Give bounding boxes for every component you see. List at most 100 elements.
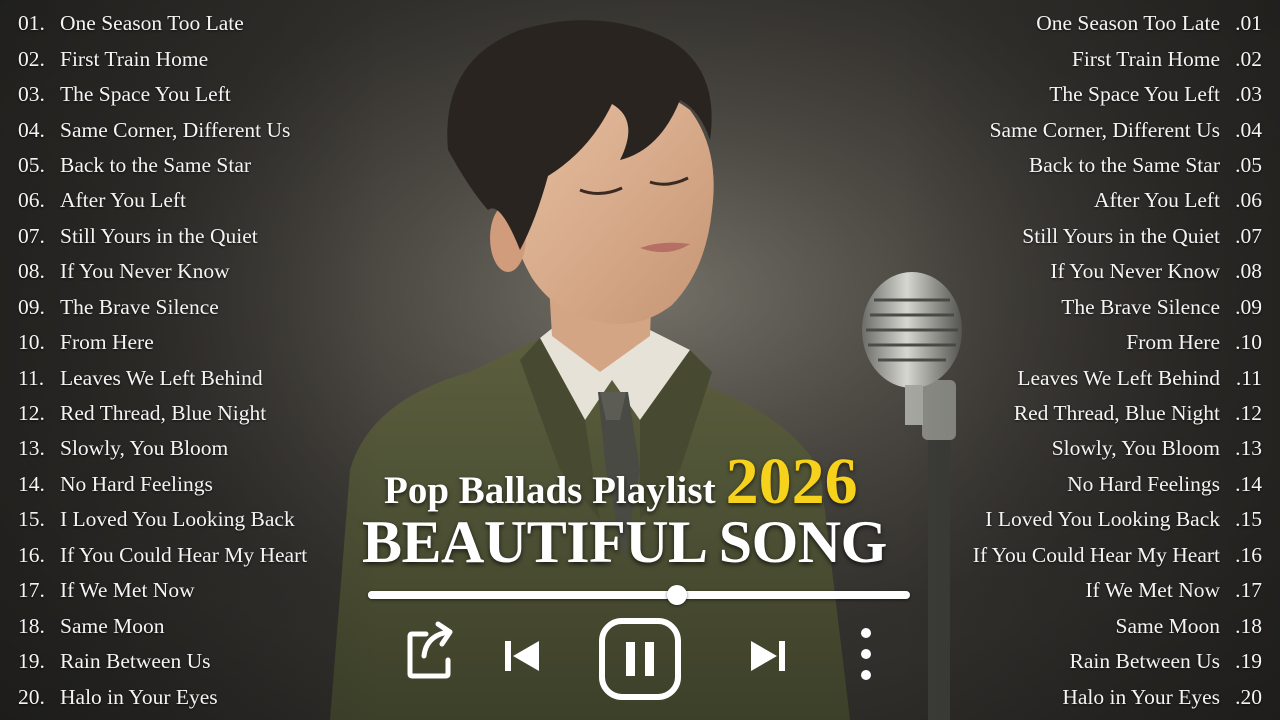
track-item[interactable]: If You Could Hear My Heart .16	[922, 538, 1262, 573]
track-number: .03	[1235, 82, 1262, 107]
pause-button[interactable]	[598, 617, 682, 701]
track-item[interactable]: The Brave Silence .09	[922, 290, 1262, 325]
track-item[interactable]: The Space You Left .03	[922, 77, 1262, 112]
track-item[interactable]: 13. Slowly, You Bloom	[18, 431, 348, 466]
track-title: Same Corner, Different Us	[60, 117, 291, 142]
track-number: 19.	[18, 649, 45, 674]
track-item[interactable]: One Season Too Late .01	[922, 6, 1262, 41]
track-title: From Here	[1126, 330, 1220, 355]
track-title: No Hard Feelings	[1067, 471, 1220, 496]
track-item[interactable]: 04. Same Corner, Different Us	[18, 112, 348, 147]
track-item[interactable]: 02. First Train Home	[18, 41, 348, 76]
track-title: Same Moon	[1115, 613, 1220, 638]
track-number: .12	[1235, 401, 1262, 426]
track-title: Still Yours in the Quiet	[1022, 223, 1220, 248]
track-item[interactable]: 14. No Hard Feelings	[18, 467, 348, 502]
tracklist-right: One Season Too Late .01 First Train Home.…	[922, 6, 1262, 715]
track-title: Halo in Your Eyes	[1062, 684, 1220, 709]
track-number: .15	[1235, 507, 1262, 532]
progress-knob[interactable]	[666, 585, 687, 605]
pause-icon	[598, 617, 682, 701]
track-item[interactable]: From Here .10	[922, 325, 1262, 360]
track-number: .13	[1235, 436, 1262, 461]
tracklist-left: 01. One Season Too Late 02. First Train Ho…	[18, 6, 348, 715]
track-item[interactable]: Back to the Same Star .05	[922, 148, 1262, 183]
track-item[interactable]: Slowly, You Bloom .13	[922, 431, 1262, 466]
track-item[interactable]: Same Corner, Different Us .04	[922, 112, 1262, 147]
track-item[interactable]: 15. I Loved You Looking Back	[18, 502, 348, 537]
track-number: 05.	[18, 152, 45, 177]
track-number: .09	[1235, 294, 1262, 319]
track-number: .19	[1235, 649, 1262, 674]
track-number: .10	[1235, 330, 1262, 355]
progress-bar[interactable]	[368, 585, 910, 605]
track-number: 20.	[18, 684, 45, 709]
track-item[interactable]: Rain Between Us .19	[922, 644, 1262, 679]
track-item[interactable]: 19. Rain Between Us	[18, 644, 348, 679]
track-number: .17	[1235, 578, 1262, 603]
next-button[interactable]	[748, 638, 788, 674]
track-item[interactable]: No Hard Feelings .14	[922, 467, 1262, 502]
track-number: 18.	[18, 613, 45, 638]
track-number: 17.	[18, 578, 45, 603]
track-title: Leaves We Left Behind	[60, 365, 263, 390]
track-number: 08.	[18, 259, 45, 284]
playlist-title: BEAUTIFUL SONG	[362, 509, 887, 575]
track-item[interactable]: Halo in Your Eyes .20	[922, 679, 1262, 714]
track-item[interactable]: 17. If We Met Now	[18, 573, 348, 608]
track-item[interactable]: First Train Home .02	[922, 41, 1262, 76]
track-number: 04.	[18, 117, 45, 142]
track-title: I Loved You Looking Back	[60, 507, 295, 532]
track-item[interactable]: 05. Back to the Same Star	[18, 148, 348, 183]
track-item[interactable]: 10. From Here	[18, 325, 348, 360]
track-item[interactable]: Leaves We Left Behind .11	[922, 360, 1262, 395]
track-title: The Brave Silence	[60, 294, 219, 319]
track-number: .06	[1235, 188, 1262, 213]
track-title: Back to the Same Star	[60, 152, 252, 177]
more-button[interactable]	[855, 626, 877, 682]
track-item[interactable]: 03. The Space You Left	[18, 77, 348, 112]
track-item[interactable]: I Loved You Looking Back .15	[922, 502, 1262, 537]
track-title: No Hard Feelings	[60, 471, 213, 496]
track-item[interactable]: If You Never Know .08	[922, 254, 1262, 289]
playlist-label: Pop Ballads Playlist	[384, 469, 716, 512]
track-item[interactable]: Red Thread, Blue Night .12	[922, 396, 1262, 431]
track-item[interactable]: 18. Same Moon	[18, 608, 348, 643]
track-title: Same Moon	[60, 613, 165, 638]
track-number: .05	[1235, 152, 1262, 177]
track-item[interactable]: 12. Red Thread, Blue Night	[18, 396, 348, 431]
track-title: If We Met Now	[1085, 578, 1220, 603]
track-item[interactable]: 01. One Season Too Late	[18, 6, 348, 41]
track-item[interactable]: 08. If You Never Know	[18, 254, 348, 289]
share-button[interactable]	[406, 620, 456, 680]
track-item[interactable]: 07. Still Yours in the Quiet	[18, 219, 348, 254]
track-item[interactable]: Same Moon .18	[922, 608, 1262, 643]
track-title: I Loved You Looking Back	[985, 507, 1220, 532]
track-item[interactable]: After You Left .06	[922, 183, 1262, 218]
track-title: From Here	[60, 330, 154, 355]
track-item[interactable]: 16. If You Could Hear My Heart	[18, 538, 348, 573]
track-title: Red Thread, Blue Night	[1013, 401, 1220, 426]
previous-button[interactable]	[502, 638, 542, 674]
track-item[interactable]: If We Met Now .17	[922, 573, 1262, 608]
track-title: If You Could Hear My Heart	[972, 542, 1220, 567]
track-title: First Train Home	[1071, 46, 1220, 71]
track-number: 03.	[18, 82, 45, 107]
track-number: .14	[1235, 471, 1262, 496]
next-icon	[748, 638, 788, 674]
track-number: .04	[1235, 117, 1262, 142]
track-number: 12.	[18, 401, 45, 426]
track-title: Rain Between Us	[1069, 649, 1220, 674]
track-title: Slowly, You Bloom	[1051, 436, 1220, 461]
track-title: If You Never Know	[1050, 259, 1220, 284]
track-number: .07	[1235, 223, 1262, 248]
track-item[interactable]: 09. The Brave Silence	[18, 290, 348, 325]
track-item[interactable]: 06. After You Left	[18, 183, 348, 218]
track-item[interactable]: Still Yours in the Quiet .07	[922, 219, 1262, 254]
track-item[interactable]: 20. Halo in Your Eyes	[18, 679, 348, 714]
track-title: The Space You Left	[60, 82, 231, 107]
track-number: 02.	[18, 46, 45, 71]
track-title: Same Corner, Different Us	[989, 117, 1220, 142]
track-item[interactable]: 11. Leaves We Left Behind	[18, 360, 348, 395]
track-title: Still Yours in the Quiet	[60, 223, 258, 248]
